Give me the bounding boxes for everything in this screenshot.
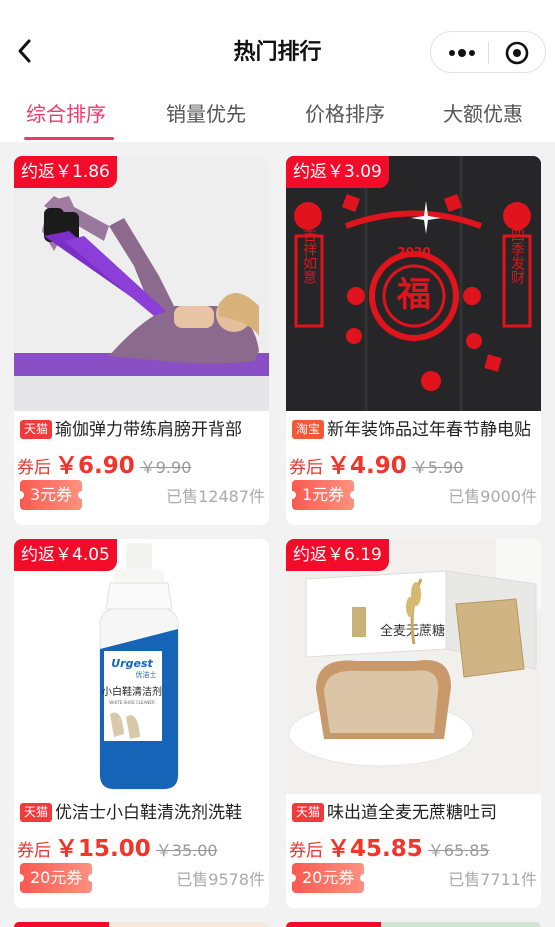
couplet-right: 四季发财 <box>509 228 525 285</box>
after-coupon-label: 券后 <box>289 458 323 478</box>
product-card[interactable]: 约返￥1.86 天猫 瑜伽弹力带练肩膀开背部 券后 ￥6.90 ￥9.90 3元券 已… <box>14 156 269 525</box>
product-title[interactable]: 天猫 瑜伽弹力带练肩膀开背部 <box>20 417 266 443</box>
price-row: 券后 ￥15.00 ￥35.00 <box>17 829 218 863</box>
label-text: 小白鞋清洁剂 <box>102 685 162 698</box>
platform-badge: 淘宝 <box>292 420 325 439</box>
price-row: 券后 ￥6.90 ￥9.90 <box>17 446 191 480</box>
new-year-sticker-photo[interactable]: 福 2020 吉祥如意 四季发财 约返￥3.09 <box>286 156 541 411</box>
product-title-text: 新年装饰品过年春节静电贴 <box>327 420 532 440</box>
original-price: ￥9.90 <box>139 458 192 477</box>
coupon-tag[interactable]: 1元券 <box>287 480 359 510</box>
product-title-text: 味出道全麦无蔗糖吐司 <box>327 803 498 823</box>
after-coupon-label: 券后 <box>289 841 323 861</box>
capsule-divider <box>488 42 489 64</box>
couplet-left: 吉祥如意 <box>301 228 317 284</box>
after-coupon-label: 券后 <box>17 841 51 861</box>
platform-badge: 天猫 <box>20 803 53 822</box>
sold-count: 已售7711件 <box>448 870 537 889</box>
active-tab-indicator <box>24 137 114 140</box>
product-title[interactable]: 天猫 优洁士小白鞋清洗剂洗鞋 <box>20 800 266 826</box>
coupon-tag[interactable]: 3元券 <box>15 480 87 510</box>
more-dots-icon[interactable] <box>447 45 477 61</box>
price-row: 券后 ￥4.90 ￥5.90 <box>289 446 463 480</box>
coupon-tag[interactable]: 20元券 <box>287 863 369 893</box>
product-card-partial[interactable] <box>286 922 541 927</box>
sort-tabs: 综合排序 销量优先 价格排序 大额优惠 <box>0 84 555 142</box>
original-price: ￥5.90 <box>411 458 464 477</box>
platform-badge: 天猫 <box>20 420 53 439</box>
year-text: 2020 <box>397 245 430 259</box>
current-price: ￥4.90 <box>327 453 407 479</box>
product-card-partial[interactable] <box>14 922 269 927</box>
product-title-text: 瑜伽弹力带练肩膀开背部 <box>55 420 243 440</box>
product-title[interactable]: 淘宝 新年装饰品过年春节静电贴 <box>292 417 538 443</box>
product-card[interactable]: Urgest 优洁士 小白鞋清洁剂 WHITE SHOE CLEANER 约返￥… <box>14 539 269 908</box>
product-title[interactable]: 天猫 味出道全麦无蔗糖吐司 <box>292 800 538 826</box>
close-target-icon[interactable] <box>505 41 529 65</box>
mini-program-capsule <box>430 31 546 73</box>
tab-comprehensive[interactable]: 综合排序 <box>26 98 106 127</box>
current-price: ￥15.00 <box>55 836 151 862</box>
rebate-tag: 约返￥4.05 <box>14 539 117 571</box>
tab-sales[interactable]: 销量优先 <box>166 98 246 127</box>
shoe-cleaner-photo[interactable]: Urgest 优洁士 小白鞋清洁剂 WHITE SHOE CLEANER 约返￥… <box>14 539 269 794</box>
price-row: 券后 ￥45.85 ￥65.85 <box>289 829 490 863</box>
fu-character: 福 <box>396 275 431 315</box>
original-price: ￥35.00 <box>155 841 218 860</box>
product-card[interactable]: 福 2020 吉祥如意 四季发财 约返￥3.09 淘宝 新年装饰品过年春节静电贴 … <box>286 156 541 525</box>
original-price: ￥65.85 <box>427 841 490 860</box>
rebate-tag: 约返￥3.09 <box>286 156 389 188</box>
whole-wheat-toast-photo[interactable]: 全麦无蔗糖 约返￥6.19 <box>286 539 541 794</box>
tab-big-discount[interactable]: 大额优惠 <box>443 98 523 127</box>
platform-badge: 天猫 <box>292 803 325 822</box>
current-price: ￥6.90 <box>55 453 135 479</box>
sold-count: 已售9578件 <box>176 870 265 889</box>
rebate-tag: 约返￥6.19 <box>286 539 389 571</box>
coupon-tag[interactable]: 20元券 <box>15 863 97 893</box>
brand-cn-text: 优洁士 <box>136 670 157 679</box>
navigation-bar: 热门排行 <box>0 0 555 84</box>
sold-count: 已售9000件 <box>448 487 537 506</box>
brand-text: Urgest <box>111 657 153 670</box>
current-price: ￥45.85 <box>327 836 423 862</box>
sub-text: WHITE SHOE CLEANER <box>109 700 155 705</box>
product-card[interactable]: 全麦无蔗糖 约返￥6.19 天猫 味出道全麦无蔗糖吐司 券后 ￥45.85 ￥65.8… <box>286 539 541 908</box>
after-coupon-label: 券后 <box>17 458 51 478</box>
sold-count: 已售12487件 <box>166 487 265 506</box>
product-title-text: 优洁士小白鞋清洗剂洗鞋 <box>55 803 243 823</box>
tab-price[interactable]: 价格排序 <box>305 98 385 127</box>
rebate-tag: 约返￥1.86 <box>14 156 117 188</box>
yoga-band-photo[interactable]: 约返￥1.86 <box>14 156 269 411</box>
